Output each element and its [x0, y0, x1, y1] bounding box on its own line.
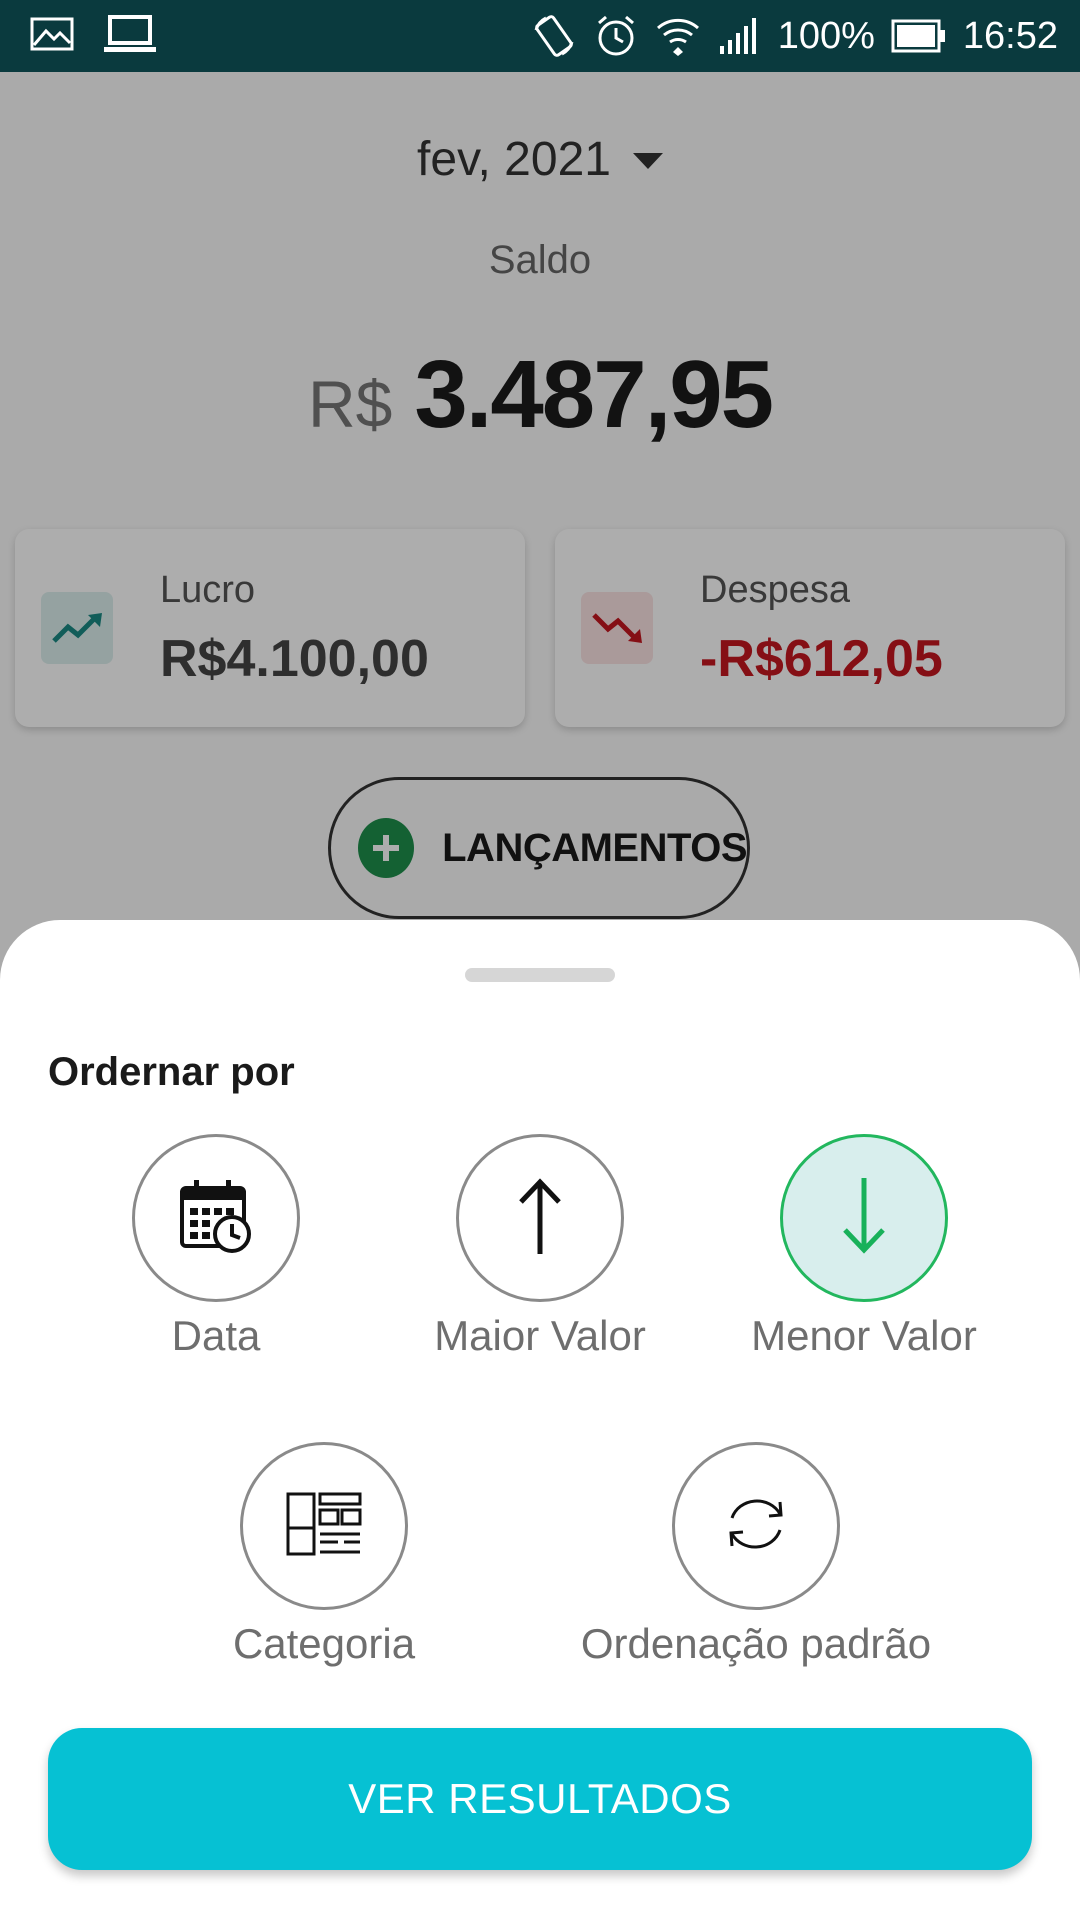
sort-option-date-label: Data — [171, 1312, 261, 1359]
laptop-icon — [104, 14, 156, 54]
view-results-button[interactable]: VER RESULTADOS — [48, 1728, 1032, 1870]
battery-icon — [891, 19, 947, 53]
sort-option-highest[interactable]: Maior Valor — [370, 1134, 710, 1360]
sort-option-highest-label: Maior Valor — [434, 1312, 646, 1359]
sort-option-highest-circle[interactable] — [456, 1134, 624, 1302]
sheet-title: Ordernar por — [48, 1050, 295, 1094]
sort-option-lowest-circle[interactable] — [780, 1134, 948, 1302]
wifi-icon — [654, 14, 702, 58]
sort-option-default[interactable]: Ordenação padrão — [581, 1442, 931, 1668]
arrow-down-icon — [839, 1176, 889, 1261]
sort-bottom-sheet: Ordernar por Data Maior Valor Menor Valo… — [0, 920, 1080, 1920]
refresh-icon — [718, 1492, 794, 1561]
arrow-up-icon — [515, 1176, 565, 1261]
status-bar: 100% 16:52 — [0, 0, 1080, 72]
drag-handle[interactable] — [465, 968, 615, 982]
sort-option-default-circle[interactable] — [672, 1442, 840, 1610]
signal-icon — [718, 16, 762, 56]
sort-option-category[interactable]: Categoria — [154, 1442, 494, 1668]
sort-option-date[interactable]: Data — [46, 1134, 386, 1360]
sort-option-date-circle[interactable] — [132, 1134, 300, 1302]
image-icon — [30, 17, 74, 51]
battery-percent: 100% — [777, 14, 875, 57]
rotate-icon — [530, 12, 578, 60]
sort-option-lowest[interactable]: Menor Valor — [694, 1134, 1034, 1360]
clock: 16:52 — [962, 14, 1058, 57]
sort-option-category-label: Categoria — [232, 1620, 416, 1667]
sort-option-category-circle[interactable] — [240, 1442, 408, 1610]
sort-option-lowest-label: Menor Valor — [751, 1312, 977, 1359]
calendar-clock-icon — [178, 1178, 254, 1259]
layout-icon — [286, 1492, 362, 1561]
sort-option-default-label: Ordenação padrão — [580, 1620, 932, 1667]
alarm-icon — [594, 14, 638, 58]
